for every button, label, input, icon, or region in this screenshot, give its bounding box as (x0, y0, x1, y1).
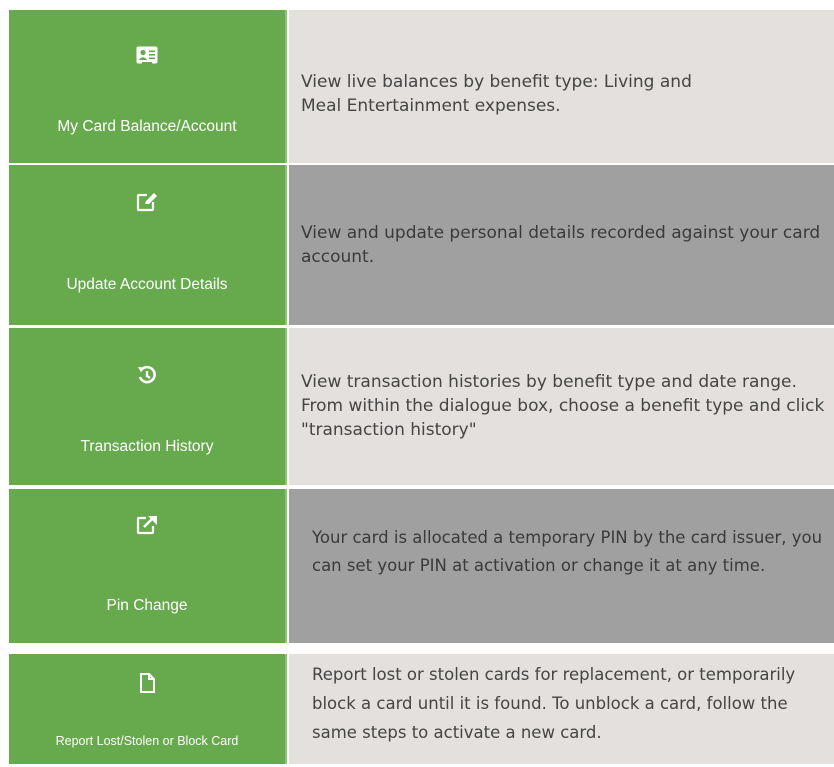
description-line: Your card is allocated a temporary PIN b… (312, 528, 823, 575)
description-line: View and update personal details recorde… (301, 223, 821, 267)
history-icon (9, 365, 285, 385)
description-line: View live balances by benefit type: Livi… (301, 72, 692, 116)
feature-row-report-lost: Report Lost/Stolen or Block Card Report … (0, 654, 834, 764)
button-label: My Card Balance/Account (57, 118, 237, 135)
my-card-balance-button[interactable]: My Card Balance/Account (9, 10, 287, 163)
feature-row-update-details: Update Account Details View and update p… (0, 165, 834, 325)
update-account-details-button[interactable]: Update Account Details (9, 165, 287, 325)
external-link-icon (9, 515, 285, 535)
description-panel: View and update personal details recorde… (289, 165, 834, 325)
feature-row-card-balance: My Card Balance/Account View live balanc… (0, 10, 834, 163)
edit-icon (9, 192, 285, 212)
button-label: Report Lost/Stolen or Block Card (55, 734, 239, 748)
description-line: Report lost or stolen cards for replacem… (312, 665, 796, 742)
report-lost-stolen-button[interactable]: Report Lost/Stolen or Block Card (9, 654, 287, 764)
transaction-history-button[interactable]: Transaction History (9, 328, 287, 485)
pin-change-button[interactable]: Pin Change (9, 489, 287, 643)
button-label: Update Account Details (66, 276, 228, 293)
id-card-icon (9, 46, 285, 64)
feature-row-pin-change: Pin Change Your card is allocated a temp… (0, 489, 834, 643)
description-panel: Your card is allocated a temporary PIN b… (289, 489, 834, 643)
description-line: View transaction histories by benefit ty… (301, 372, 825, 440)
feature-row-transaction-history: Transaction History View transaction his… (0, 328, 834, 485)
button-label: Transaction History (80, 438, 214, 455)
file-icon (9, 673, 285, 693)
description-panel: View live balances by benefit type: Livi… (289, 10, 834, 163)
button-label: Pin Change (106, 597, 188, 614)
description-panel: Report lost or stolen cards for replacem… (289, 654, 834, 764)
description-panel: View transaction histories by benefit ty… (289, 328, 834, 485)
